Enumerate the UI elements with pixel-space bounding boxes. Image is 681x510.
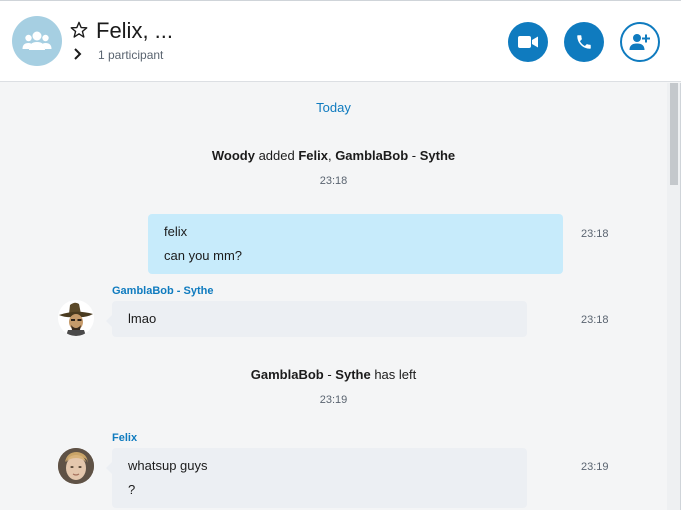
conversation-title[interactable]: Felix, ... bbox=[96, 18, 173, 44]
system-target: Sythe bbox=[419, 148, 456, 163]
audio-call-button[interactable] bbox=[564, 22, 604, 62]
add-participant-button[interactable] bbox=[620, 22, 660, 62]
chevron-right-icon[interactable] bbox=[73, 48, 83, 60]
message-line: ? bbox=[128, 482, 136, 497]
system-verb: has left bbox=[370, 367, 417, 382]
system-separator: - bbox=[408, 148, 420, 163]
sender-name[interactable]: Felix bbox=[112, 432, 137, 444]
date-divider: Today bbox=[316, 100, 351, 115]
bubble-tail bbox=[106, 315, 112, 327]
avatar[interactable] bbox=[58, 448, 94, 484]
system-message-time: 23:18 bbox=[319, 175, 348, 187]
participant-count[interactable]: 1 participant bbox=[98, 48, 163, 62]
group-avatar[interactable] bbox=[12, 16, 62, 66]
message-time: 23:19 bbox=[581, 461, 609, 473]
top-border bbox=[0, 0, 681, 1]
message-line: can you mm? bbox=[164, 248, 243, 263]
group-icon bbox=[22, 31, 52, 50]
star-outline-icon[interactable] bbox=[70, 21, 88, 39]
system-actor: GamblaBob bbox=[250, 367, 324, 382]
chat-scrollbar[interactable] bbox=[667, 83, 681, 510]
system-message-left: GamblaBob - Sythe has left bbox=[0, 367, 667, 382]
message-time: 23:18 bbox=[581, 228, 609, 240]
system-message-added: Woody added Felix, GamblaBob - Sythe bbox=[0, 148, 667, 163]
incoming-message-bubble[interactable]: lmao bbox=[106, 301, 527, 337]
bubble-tail bbox=[106, 462, 112, 474]
felix-avatar-image bbox=[58, 448, 94, 484]
system-target: Felix bbox=[298, 148, 328, 163]
system-separator: - bbox=[323, 367, 336, 382]
message-line: felix bbox=[164, 224, 188, 239]
conversation-header: Felix, ... 1 participant bbox=[0, 0, 681, 82]
message-line: whatsup guys bbox=[128, 458, 208, 473]
system-verb: added bbox=[254, 148, 299, 163]
outgoing-message-bubble[interactable]: felix can you mm? bbox=[148, 214, 563, 274]
system-actor: Sythe bbox=[335, 367, 371, 382]
system-target: GamblaBob bbox=[335, 148, 409, 163]
cowboy-avatar-image bbox=[59, 302, 93, 336]
system-actor: Woody bbox=[211, 148, 255, 163]
sender-name[interactable]: GamblaBob - Sythe bbox=[112, 285, 213, 297]
incoming-message-bubble[interactable]: whatsup guys ? bbox=[106, 448, 527, 508]
video-camera-icon bbox=[518, 36, 538, 48]
avatar[interactable] bbox=[58, 300, 94, 336]
phone-icon bbox=[577, 35, 591, 49]
message-line: lmao bbox=[128, 311, 157, 326]
add-person-icon bbox=[629, 34, 650, 50]
scrollbar-thumb[interactable] bbox=[670, 83, 678, 185]
video-call-button[interactable] bbox=[508, 22, 548, 62]
system-message-time: 23:19 bbox=[319, 394, 348, 406]
message-time: 23:18 bbox=[581, 314, 609, 326]
